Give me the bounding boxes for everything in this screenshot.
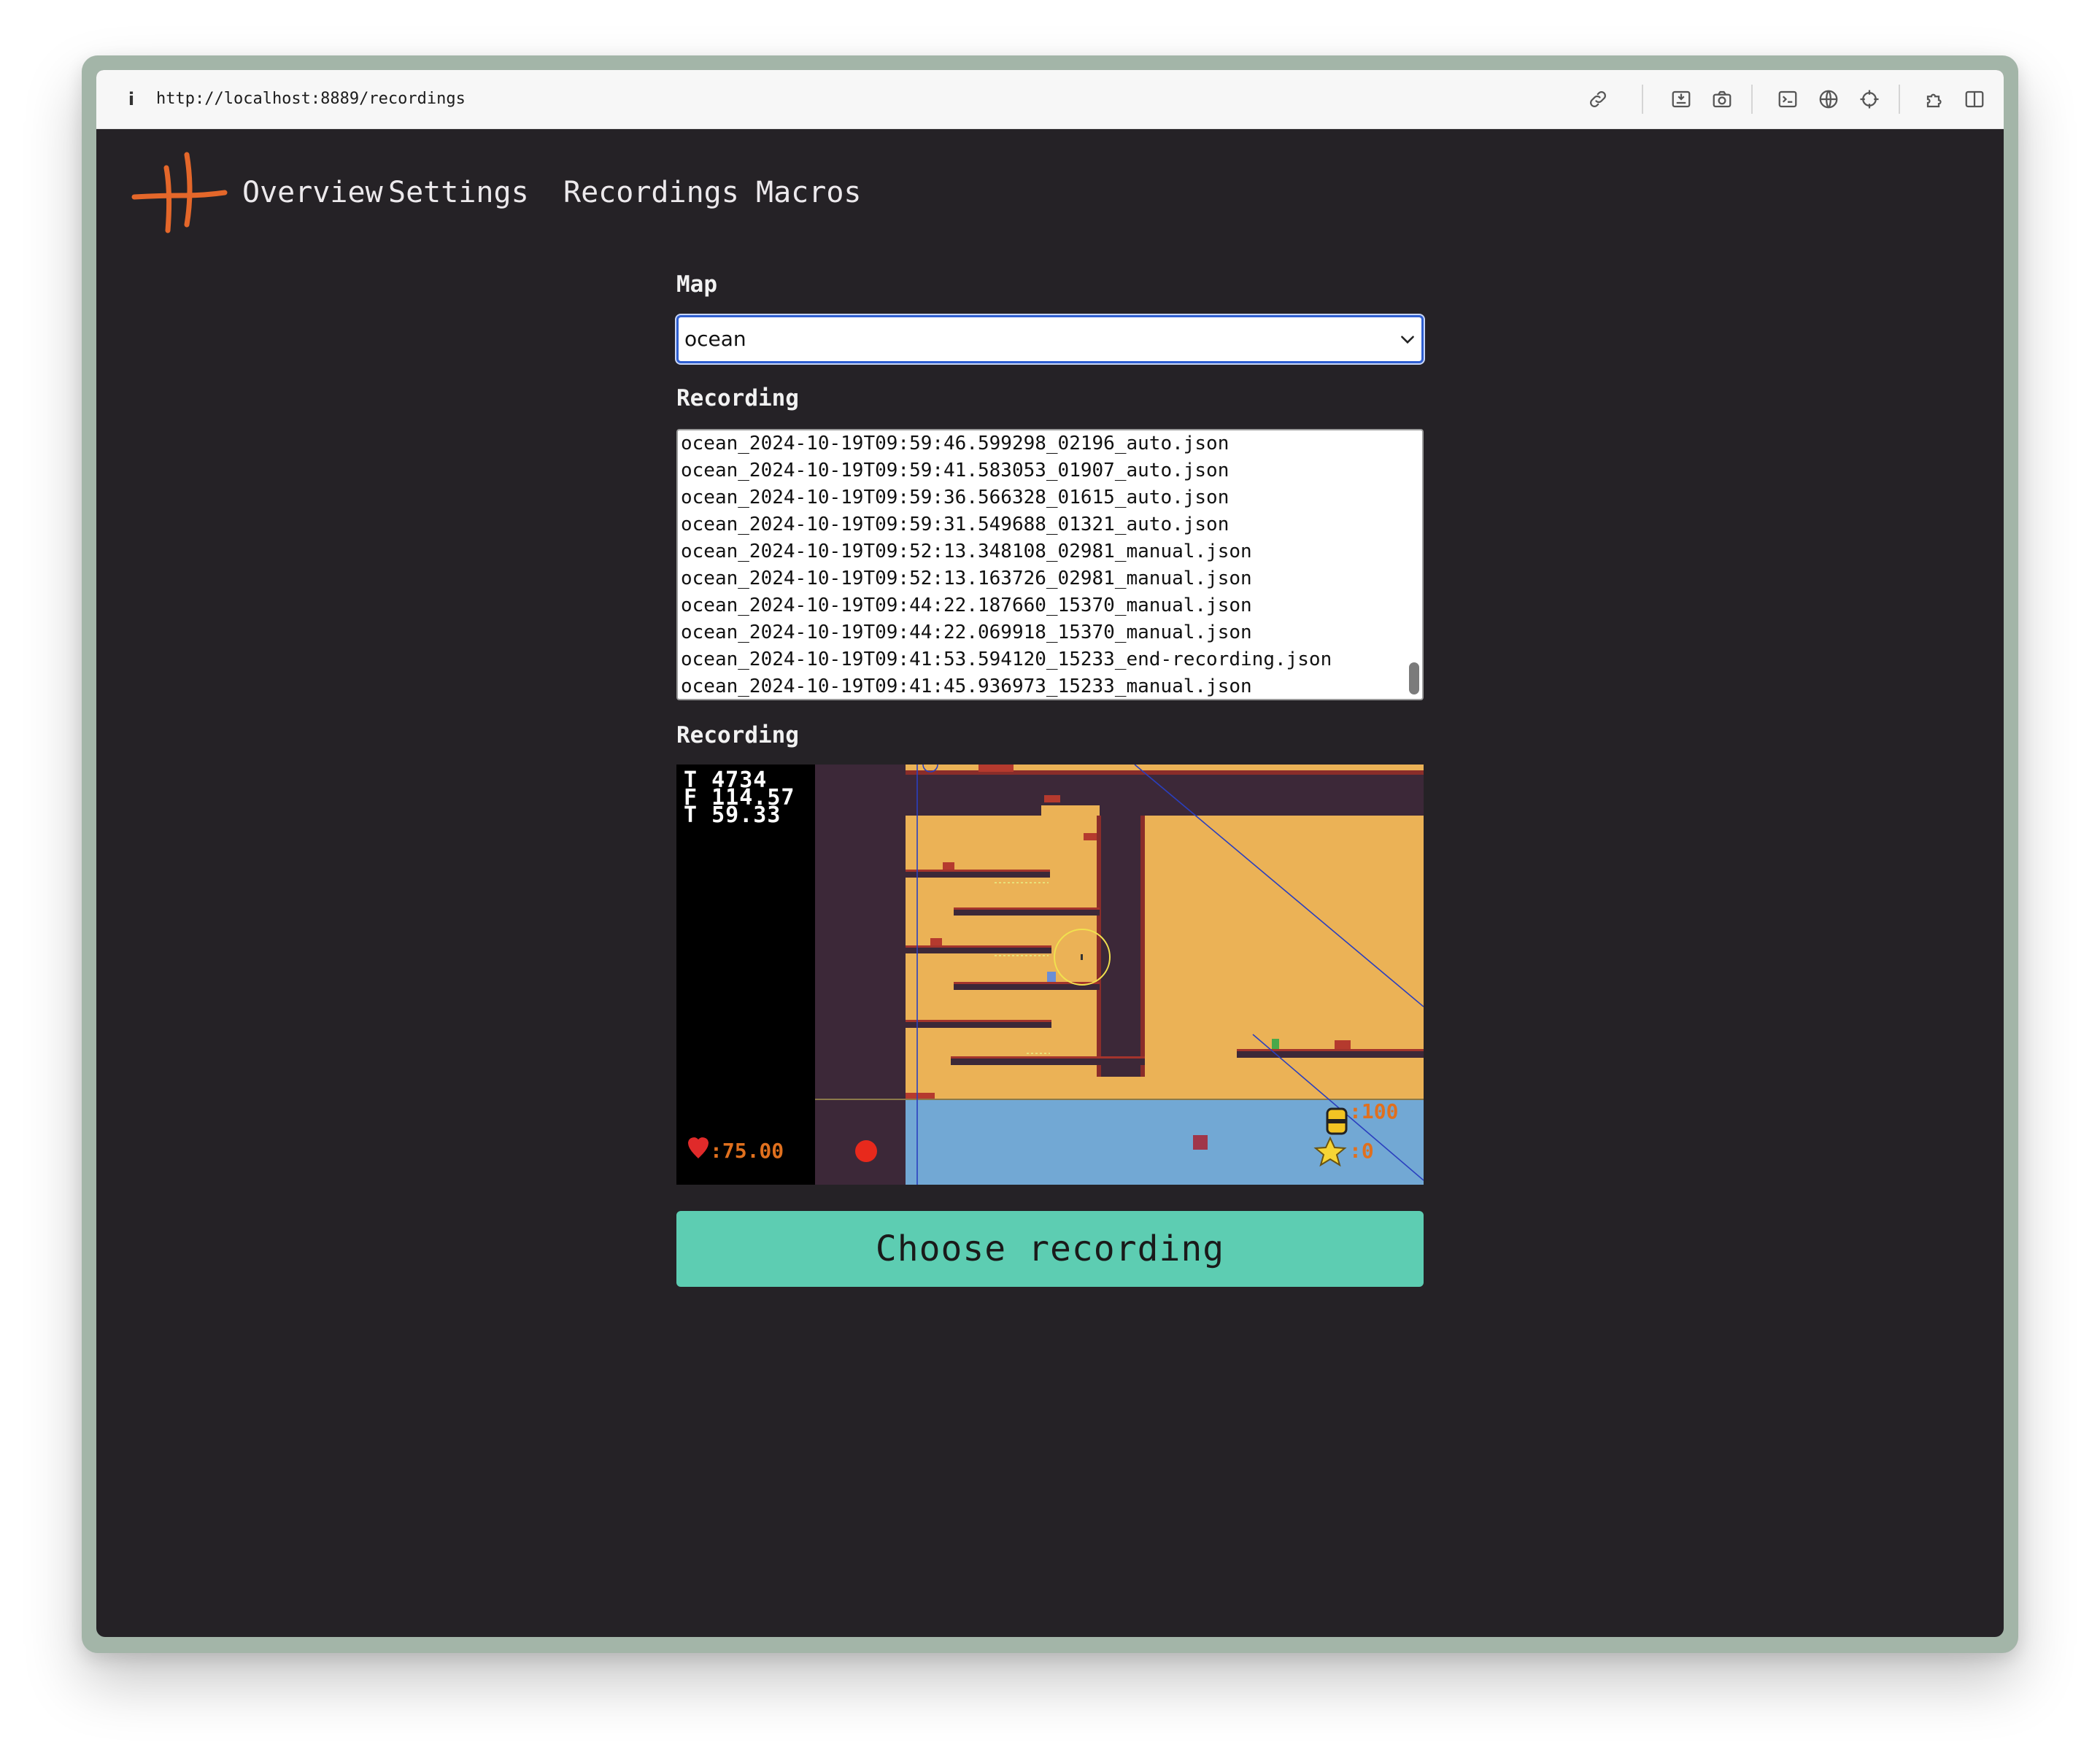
game-scene xyxy=(676,765,1424,1185)
crosshair-icon[interactable] xyxy=(1856,86,1883,112)
recording-option[interactable]: ocean_2024-10-19T09:59:46.599298_02196_a… xyxy=(681,430,1229,457)
map-select-value: ocean xyxy=(684,327,746,351)
nav-recordings[interactable]: Recordings xyxy=(563,171,739,214)
preview-label: Recording xyxy=(676,722,799,748)
recording-option[interactable]: ocean_2024-10-19T09:59:41.583053_01907_a… xyxy=(681,457,1229,484)
map-select[interactable]: ocean xyxy=(676,315,1424,363)
heart-icon xyxy=(687,1138,710,1161)
recording-list-label: Recording xyxy=(676,385,799,411)
choose-recording-button[interactable]: Choose recording xyxy=(676,1211,1424,1287)
map-label: Map xyxy=(676,271,717,298)
toolbar-divider xyxy=(1751,85,1753,114)
ammo-value: :100 xyxy=(1349,1099,1399,1123)
logo-mark[interactable] xyxy=(131,149,228,236)
recording-option[interactable]: ocean_2024-10-19T09:44:22.069918_15370_m… xyxy=(681,619,1252,646)
url-text[interactable]: http://localhost:8889/recordings xyxy=(156,86,466,112)
info-icon[interactable]: i xyxy=(123,86,140,112)
listbox-scrollbar[interactable] xyxy=(1409,662,1419,694)
recording-option[interactable]: ocean_2024-10-19T09:59:36.566328_01615_a… xyxy=(681,484,1229,511)
terminal-icon[interactable] xyxy=(1775,86,1801,112)
toolbar-divider xyxy=(1642,85,1643,114)
chevron-down-icon xyxy=(1401,336,1414,344)
choose-recording-label: Choose recording xyxy=(875,1228,1225,1269)
recording-option[interactable]: ocean_2024-10-19T09:41:53.594120_15233_e… xyxy=(681,646,1332,673)
link-icon[interactable] xyxy=(1585,86,1611,112)
nav-settings[interactable]: Settings xyxy=(388,171,529,214)
top-navigation: Overview Settings Recordings Macros xyxy=(131,149,1007,236)
health-value: :75.00 xyxy=(710,1139,784,1163)
star-icon xyxy=(1321,1137,1348,1166)
save-page-icon[interactable] xyxy=(1668,86,1694,112)
address-bar[interactable]: i http://localhost:8889/recordings xyxy=(96,70,2004,129)
recording-option[interactable]: ocean_2024-10-19T09:59:31.549688_01321_a… xyxy=(681,511,1229,538)
globe-icon[interactable] xyxy=(1815,86,1842,112)
stars-value: :0 xyxy=(1349,1139,1374,1163)
camera-icon[interactable] xyxy=(1709,86,1735,112)
recording-option[interactable]: ocean_2024-10-19T09:44:22.187660_15370_m… xyxy=(681,592,1252,619)
debug-text-3: T 59.33 xyxy=(684,802,781,828)
browser-window: i http://localhost:8889/recordings Overv… xyxy=(96,70,2004,1637)
extensions-icon[interactable] xyxy=(1922,86,1948,112)
recording-option[interactable]: ocean_2024-10-19T09:52:13.163726_02981_m… xyxy=(681,565,1252,592)
recording-preview-canvas[interactable]: T 4734 F 114.57 T 59.33 :75.00 :100 :0 xyxy=(676,765,1424,1185)
record-dot-icon xyxy=(855,1140,877,1162)
sidebar-icon[interactable] xyxy=(1961,86,1988,112)
barrel-icon xyxy=(1326,1107,1348,1135)
recording-option[interactable]: ocean_2024-10-19T09:41:45.936973_15233_m… xyxy=(681,673,1252,699)
toolbar-divider xyxy=(1899,85,1900,114)
recording-listbox[interactable]: ocean_2024-10-19T09:59:46.599298_02196_a… xyxy=(676,429,1424,700)
nav-macros[interactable]: Macros xyxy=(756,171,862,214)
nav-overview[interactable]: Overview xyxy=(242,171,383,214)
recording-option[interactable]: ocean_2024-10-19T09:52:13.348108_02981_m… xyxy=(681,538,1252,565)
